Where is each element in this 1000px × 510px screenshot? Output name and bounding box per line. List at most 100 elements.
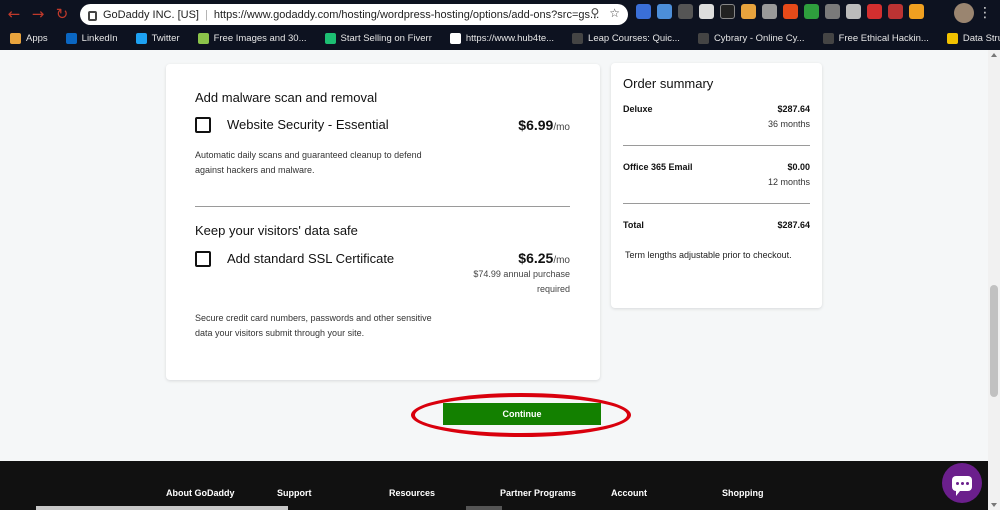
bookmark-label: Twitter xyxy=(151,33,180,44)
price-value: $6.25 xyxy=(518,250,554,266)
twitter-icon xyxy=(135,33,147,44)
extension-icon[interactable] xyxy=(909,4,924,19)
summary-total-label: Total xyxy=(623,220,644,230)
omnibox-actions: ⚲ ☆ xyxy=(590,6,620,20)
summary-divider xyxy=(623,203,810,204)
bookmark-label: https://www.hub4te... xyxy=(465,33,555,44)
url-text[interactable]: https://www.godaddy.com/hosting/wordpres… xyxy=(214,9,599,21)
ssl-description: Secure credit card numbers, passwords an… xyxy=(195,313,432,338)
footer-link-resources[interactable]: Resources xyxy=(389,488,435,498)
usf-icon xyxy=(946,33,958,44)
bookmark-label: Start Selling on Fiverr xyxy=(340,33,432,44)
cybrary-icon xyxy=(697,33,709,44)
footer-divider xyxy=(466,506,502,510)
browser-toolbar: ← → ↻ GoDaddy INC. [US] | https://www.go… xyxy=(0,0,1000,28)
ssl-price-note: $74.99 annual purchase required xyxy=(473,269,570,294)
horizontal-scrollbar-thumb[interactable] xyxy=(36,506,288,510)
bookmark-label: Apps xyxy=(26,33,48,44)
site-identity: GoDaddy INC. [US] xyxy=(103,8,199,21)
order-summary-title: Order summary xyxy=(623,76,714,91)
extension-icon[interactable] xyxy=(783,4,798,19)
extension-icon[interactable] xyxy=(657,4,672,19)
extension-icon[interactable] xyxy=(636,4,651,19)
extension-icon[interactable] xyxy=(678,4,693,19)
apps-grid-icon xyxy=(10,33,21,44)
bookmark-item[interactable]: Free Ethical Hackin... xyxy=(822,33,929,44)
extension-icon[interactable] xyxy=(867,4,882,19)
section-divider xyxy=(195,206,570,207)
bookmark-label: Free Images and 30... xyxy=(213,33,307,44)
reload-icon[interactable]: ↻ xyxy=(52,4,72,24)
extension-icon[interactable] xyxy=(846,4,861,19)
summary-item-name: Office 365 Email xyxy=(623,162,693,172)
ssl-section-title: Keep your visitors' data safe xyxy=(195,223,358,238)
summary-item-name: Deluxe xyxy=(623,104,653,114)
bookmark-label: LinkedIn xyxy=(81,33,118,44)
browser-chrome: ← → ↻ GoDaddy INC. [US] | https://www.go… xyxy=(0,0,1000,50)
bookmark-item[interactable]: Data Structure Visu... xyxy=(946,33,1000,44)
bookmark-star-icon[interactable]: ☆ xyxy=(609,6,620,20)
price-period: /mo xyxy=(553,122,570,133)
hacking-icon xyxy=(822,33,834,44)
leap-icon xyxy=(572,33,584,44)
bookmark-item[interactable]: Twitter xyxy=(135,33,180,44)
extension-icon[interactable] xyxy=(825,4,840,19)
footer-link-shopping[interactable]: Shopping xyxy=(722,488,764,498)
price-period: /mo xyxy=(553,255,570,266)
summary-note: Term lengths adjustable prior to checkou… xyxy=(625,250,792,260)
continue-button[interactable]: Continue xyxy=(443,403,601,425)
malware-section-title: Add malware scan and removal xyxy=(195,90,378,105)
omnibox-separator: | xyxy=(204,8,208,21)
extension-icon[interactable] xyxy=(888,4,903,19)
bookmark-item[interactable]: Leap Courses: Quic... xyxy=(572,33,680,44)
avatar[interactable] xyxy=(954,3,974,23)
website-security-label[interactable]: Website Security - Essential xyxy=(227,117,389,132)
bookmark-label: Free Ethical Hackin... xyxy=(838,33,929,44)
lock-icon xyxy=(88,10,97,21)
fiverr-icon xyxy=(324,33,336,44)
summary-item-amount: $287.64 xyxy=(777,104,810,114)
summary-total-amount: $287.64 xyxy=(777,220,810,230)
chat-bubble-icon xyxy=(952,475,972,496)
bookmark-item[interactable]: Free Images and 30... xyxy=(197,33,307,44)
bookmark-label: Leap Courses: Quic... xyxy=(588,33,680,44)
extension-icon[interactable] xyxy=(741,4,756,19)
footer-link-about[interactable]: About GoDaddy xyxy=(166,488,235,498)
ssl-price: $6.25/mo xyxy=(518,250,570,266)
address-bar[interactable]: GoDaddy INC. [US] | https://www.godaddy.… xyxy=(80,4,628,25)
scroll-down-icon[interactable] xyxy=(991,503,997,507)
hub-icon xyxy=(449,33,461,44)
summary-item-amount: $0.00 xyxy=(787,162,810,172)
back-arrow-icon[interactable]: ← xyxy=(4,4,24,24)
bookmark-item[interactable]: LinkedIn xyxy=(65,33,118,44)
forward-arrow-icon[interactable]: → xyxy=(28,4,48,24)
website-security-checkbox[interactable] xyxy=(195,117,211,133)
addons-card: Add malware scan and removal Website Sec… xyxy=(166,64,600,380)
linkedin-icon xyxy=(65,33,77,44)
bookmark-item[interactable]: Start Selling on Fiverr xyxy=(324,33,432,44)
site-footer: About GoDaddy Support Resources Partner … xyxy=(0,461,988,510)
extensions-bar xyxy=(636,4,924,19)
footer-link-support[interactable]: Support xyxy=(277,488,312,498)
scrollbar-thumb[interactable] xyxy=(990,285,998,397)
menu-dots-icon[interactable]: ⋮ xyxy=(978,5,992,21)
bookmark-item[interactable]: https://www.hub4te... xyxy=(449,33,555,44)
zoom-icon[interactable]: ⚲ xyxy=(590,6,599,20)
footer-link-account[interactable]: Account xyxy=(611,488,647,498)
vertical-scrollbar[interactable] xyxy=(988,50,1000,510)
chat-button[interactable] xyxy=(942,463,982,503)
ssl-checkbox[interactable] xyxy=(195,251,211,267)
footer-link-partner-programs[interactable]: Partner Programs xyxy=(500,488,576,498)
extension-icon[interactable] xyxy=(804,4,819,19)
extension-icon[interactable] xyxy=(720,4,735,19)
bookmarks-bar: Apps LinkedIn Twitter Free Images and 30...… xyxy=(0,29,1000,48)
malware-description: Automatic daily scans and guaranteed cle… xyxy=(195,150,422,175)
bookmark-item[interactable]: Cybrary - Online Cy... xyxy=(697,33,805,44)
extension-icon[interactable] xyxy=(762,4,777,19)
bookmark-label: Data Structure Visu... xyxy=(962,33,1000,44)
scroll-up-icon[interactable] xyxy=(991,53,997,57)
website-security-price: $6.99/mo xyxy=(518,117,570,133)
ssl-label[interactable]: Add standard SSL Certificate xyxy=(227,251,394,266)
extension-icon[interactable] xyxy=(699,4,714,19)
bookmark-item[interactable]: Apps xyxy=(10,33,48,44)
